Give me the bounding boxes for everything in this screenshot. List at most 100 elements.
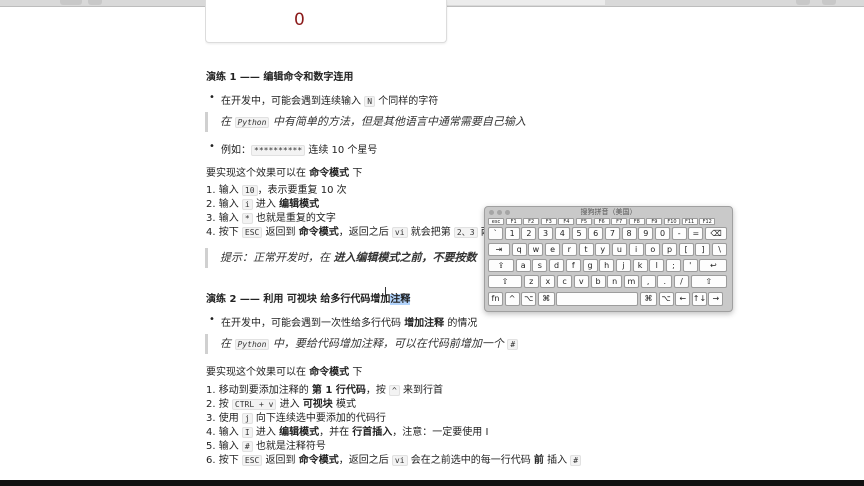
key-2[interactable]: F2: [523, 218, 540, 225]
key[interactable]: b: [590, 275, 606, 288]
key-7[interactable]: F7: [611, 218, 628, 225]
exercise2-title: 演练 2 —— 利用 可视块 给多行代码增加注释: [206, 294, 411, 305]
key[interactable]: w: [528, 243, 544, 256]
list-item: 例如：********** 连续 10 个星号: [209, 141, 377, 156]
key[interactable]: ^: [504, 292, 520, 306]
key[interactable]: [: [678, 243, 694, 256]
key[interactable]: ⌥: [521, 292, 537, 306]
ordered-list: 1. 输入 10 ，表示要重复 10 次 2. 输入 i 进入 编辑模式 3. 输…: [206, 184, 501, 240]
key[interactable]: ↩: [699, 259, 728, 272]
selected-text[interactable]: 注释: [390, 294, 411, 305]
key[interactable]: 0: [655, 227, 670, 240]
key[interactable]: ⌫: [705, 227, 728, 240]
key[interactable]: g: [582, 259, 598, 272]
list-item: 在开发中，可能会遇到一次性给多行代码 增加注释 的情况: [209, 314, 477, 329]
key[interactable]: 6: [588, 227, 604, 240]
key[interactable]: ⇧: [488, 275, 522, 288]
list-item: 2. 输入 i 进入 编辑模式: [206, 199, 320, 210]
key[interactable]: ]: [695, 243, 711, 256]
key-6[interactable]: F6: [593, 218, 610, 225]
key[interactable]: .: [657, 275, 673, 288]
key-8[interactable]: F8: [628, 218, 645, 225]
key-11[interactable]: F11: [681, 218, 698, 225]
key[interactable]: ←: [675, 292, 691, 306]
key[interactable]: 9: [638, 227, 654, 240]
key-0[interactable]: esc: [488, 218, 504, 225]
paragraph: 要实现这个效果可以在 命令模式 下: [206, 367, 363, 378]
key-4[interactable]: F4: [558, 218, 575, 225]
key[interactable]: ⌘: [640, 292, 657, 306]
key[interactable]: ⇧: [690, 275, 727, 288]
key[interactable]: 2: [521, 227, 537, 240]
key[interactable]: z: [523, 275, 539, 288]
key[interactable]: q: [511, 243, 527, 256]
key[interactable]: l: [649, 259, 665, 272]
key-1[interactable]: F1: [505, 218, 522, 225]
key[interactable]: 5: [571, 227, 587, 240]
key[interactable]: ⇪: [488, 259, 514, 272]
key[interactable]: 4: [554, 227, 570, 240]
key-10[interactable]: F10: [664, 218, 680, 225]
key[interactable]: u: [611, 243, 627, 256]
key-5[interactable]: F5: [576, 218, 592, 225]
share-button[interactable]: [796, 0, 810, 5]
key[interactable]: k: [632, 259, 648, 272]
dock-edge: [0, 480, 864, 486]
keyboard-title: 搜狗拼音（美国）: [580, 208, 637, 216]
key[interactable]: p: [662, 243, 677, 256]
key[interactable]: o: [645, 243, 661, 256]
key[interactable]: e: [545, 243, 561, 256]
sidebar-button[interactable]: [88, 0, 102, 5]
back-button[interactable]: [60, 0, 82, 5]
ordered-list: 1. 移动到要添加注释的 第 1 行代码，按 ^ 来到行首 2. 按 CTRL …: [206, 384, 582, 468]
key[interactable]: 1: [504, 227, 520, 240]
key-12[interactable]: F12: [699, 218, 716, 225]
key[interactable]: `: [488, 227, 503, 240]
list-item: 3. 使用 j 向下连续选中要添加的代码行: [206, 413, 386, 424]
paragraph: 要实现这个效果可以在 命令模式 下: [206, 168, 363, 179]
key[interactable]: s: [532, 259, 548, 272]
key[interactable]: ⇥: [488, 243, 510, 256]
key-9[interactable]: F9: [646, 218, 663, 225]
key-3[interactable]: F3: [540, 218, 557, 225]
key[interactable]: d: [549, 259, 565, 272]
key[interactable]: →: [708, 292, 724, 306]
key[interactable]: /: [674, 275, 689, 288]
key[interactable]: m: [623, 275, 639, 288]
exercise1-title: 演练 1 —— 编辑命令和数字连用: [206, 72, 354, 83]
key[interactable]: ;: [666, 259, 681, 272]
key[interactable]: h: [599, 259, 615, 272]
list-item: 4. 输入 I 进入 编辑模式，并在 行首插入，注意：一定要使用 I: [206, 427, 489, 438]
key[interactable]: 3: [538, 227, 554, 240]
list-item: 在开发中，可能会遇到连续输入 N 个同样的字符: [209, 92, 438, 107]
list-item: 1. 输入 10 ，表示要重复 10 次: [206, 185, 347, 196]
key[interactable]: ': [682, 259, 698, 272]
key[interactable]: ⌘: [537, 292, 555, 306]
list-item: 2. 按 CTRL + v 进入 可视块 模式: [206, 399, 356, 410]
key[interactable]: 7: [604, 227, 620, 240]
key[interactable]: i: [628, 243, 644, 256]
key[interactable]: ⌥: [658, 292, 674, 306]
list-item: 6. 按下 ESC 返回到 命令模式，返回之后 vi 会在之前选中的每一行代码 …: [206, 454, 582, 468]
key[interactable]: fn: [488, 292, 503, 306]
key[interactable]: =: [688, 227, 704, 240]
key[interactable]: ,: [640, 275, 656, 288]
text-cursor: [385, 287, 386, 297]
key[interactable]: j: [615, 259, 631, 272]
key[interactable]: ↑↓: [691, 292, 707, 306]
key[interactable]: a: [515, 259, 531, 272]
key[interactable]: v: [573, 275, 589, 288]
space-key[interactable]: [556, 292, 639, 306]
key[interactable]: 8: [621, 227, 637, 240]
key[interactable]: r: [561, 243, 577, 256]
key[interactable]: \: [712, 243, 728, 256]
key[interactable]: c: [557, 275, 573, 288]
key[interactable]: y: [595, 243, 611, 256]
tabs-button[interactable]: [822, 0, 836, 5]
key[interactable]: -: [671, 227, 687, 240]
keyboard-viewer[interactable]: 搜狗拼音（美国） esc F1 F2 F3 F4 F5 F6 F7 F8 F9 F10 F11 F12 `…: [484, 206, 733, 312]
key[interactable]: x: [540, 275, 556, 288]
key[interactable]: n: [607, 275, 623, 288]
key[interactable]: t: [578, 243, 594, 256]
key[interactable]: f: [565, 259, 581, 272]
